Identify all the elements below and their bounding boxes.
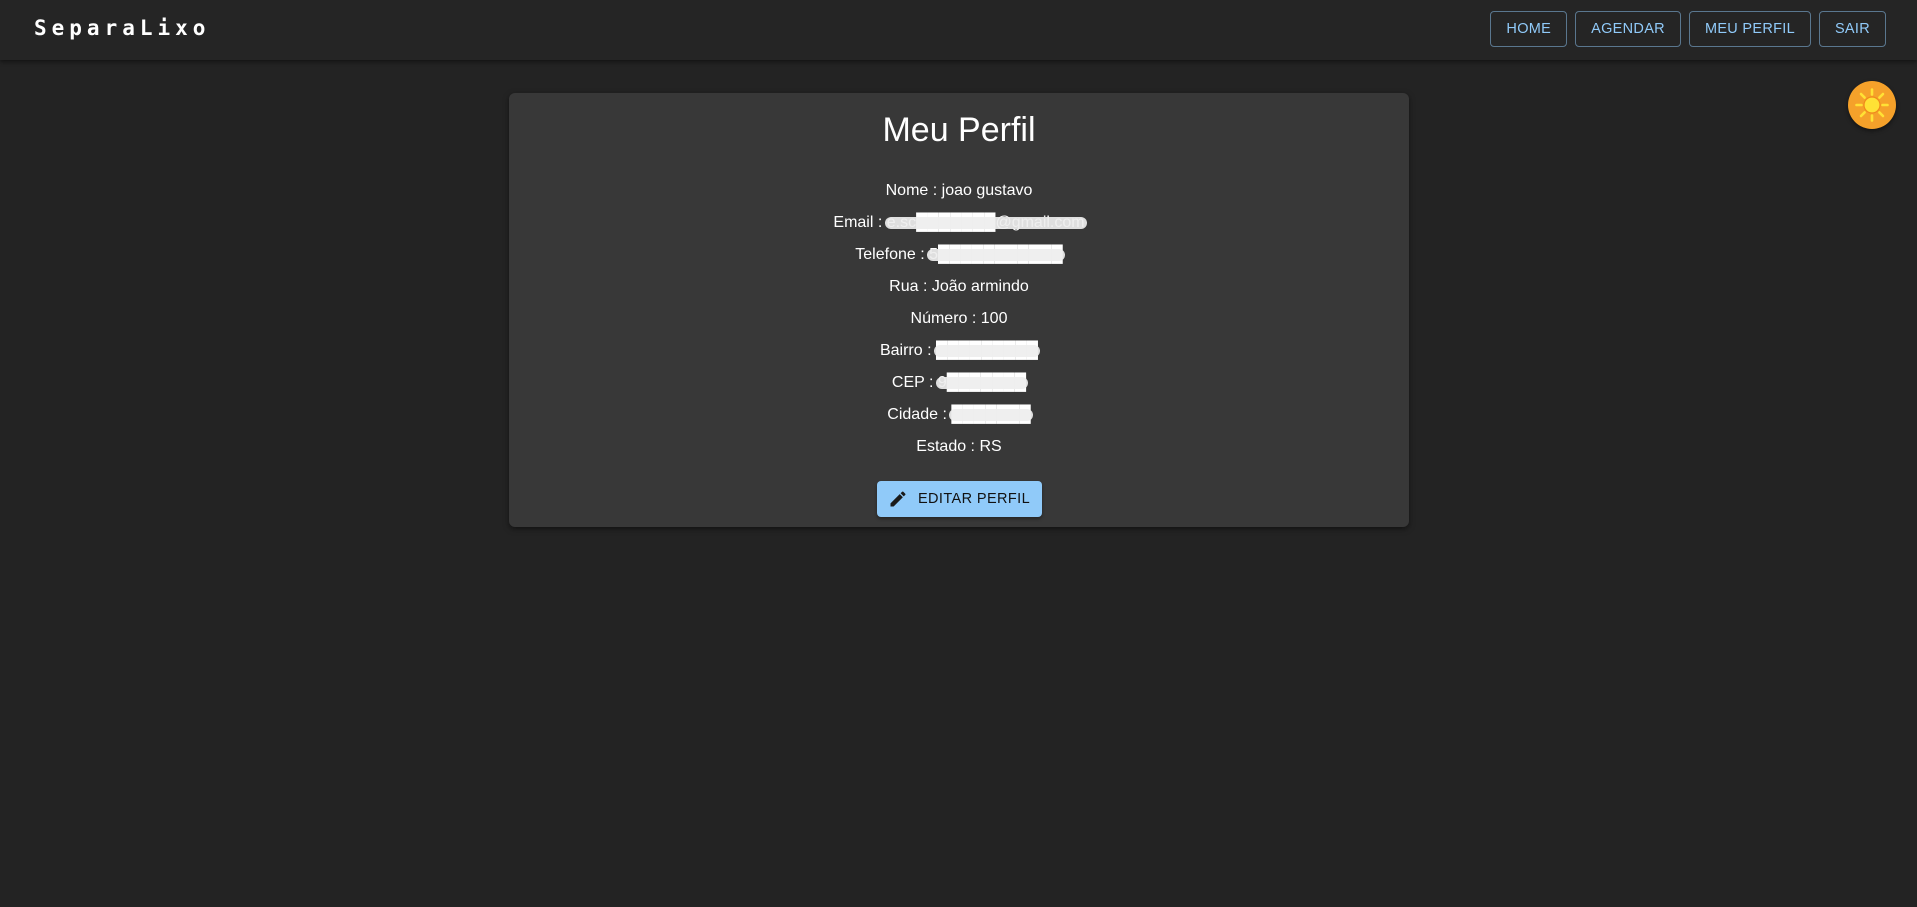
field-rua: Rua : João armindo	[509, 271, 1409, 303]
cidade-label: Cidade :	[887, 406, 952, 423]
profile-card: Meu Perfil Nome : joao gustavo Email : e…	[509, 93, 1409, 527]
nav-sair-button[interactable]: SAIR	[1818, 11, 1886, 47]
cep-value: 9███████	[935, 367, 1029, 399]
field-telefone: Telefone : 5███████████	[509, 239, 1409, 271]
numero-label: Número :	[910, 310, 981, 327]
pencil-icon	[890, 491, 906, 507]
page-title: Meu Perfil	[882, 111, 1036, 149]
rua-value: João armindo	[931, 278, 1029, 295]
field-bairro: Bairro : █████████	[509, 335, 1409, 367]
profile-fields: Nome : joao gustavo Email : e.sc███████@…	[509, 175, 1409, 463]
top-nav: HOME AGENDAR MEU PERFIL SAIR	[1490, 11, 1886, 47]
rua-label: Rua :	[889, 278, 932, 295]
field-numero: Número : 100	[509, 303, 1409, 335]
numero-value: 100	[980, 310, 1008, 327]
estado-value: RS	[979, 438, 1002, 455]
app-bar: SeparaLixo HOME AGENDAR MEU PERFIL SAIR	[0, 0, 1917, 60]
cep-label: CEP :	[891, 374, 938, 391]
field-nome: Nome : joao gustavo	[509, 175, 1409, 207]
field-estado: Estado : RS	[509, 431, 1409, 463]
edit-profile-label: EDITAR PERFIL	[917, 491, 1031, 507]
nav-meu-perfil-button[interactable]: MEU PERFIL	[1688, 11, 1811, 47]
nav-agendar-button[interactable]: AGENDAR	[1575, 11, 1681, 47]
brand-logo[interactable]: SeparaLixo	[34, 16, 210, 40]
edit-profile-button[interactable]: EDITAR PERFIL	[876, 481, 1042, 517]
field-cidade: Cidade : ███████	[509, 399, 1409, 431]
field-cep: CEP : 9███████	[509, 367, 1409, 399]
nome-value: joao gustavo	[941, 182, 1033, 199]
theme-toggle-button[interactable]	[1848, 81, 1896, 129]
email-value: e.sc███████@gmail.com	[884, 207, 1087, 239]
field-email: Email : e.sc███████@gmail.com	[509, 207, 1409, 239]
cidade-value: ███████	[949, 399, 1034, 431]
telefone-label: Telefone :	[855, 246, 930, 263]
nome-label: Nome :	[885, 182, 942, 199]
sun-icon	[1855, 88, 1889, 122]
bairro-value: █████████	[933, 335, 1041, 367]
bairro-label: Bairro :	[879, 342, 936, 359]
email-label: Email :	[833, 214, 887, 231]
nav-home-button[interactable]: HOME	[1490, 11, 1568, 47]
telefone-value: 5███████████	[927, 239, 1065, 271]
estado-label: Estado :	[916, 438, 980, 455]
